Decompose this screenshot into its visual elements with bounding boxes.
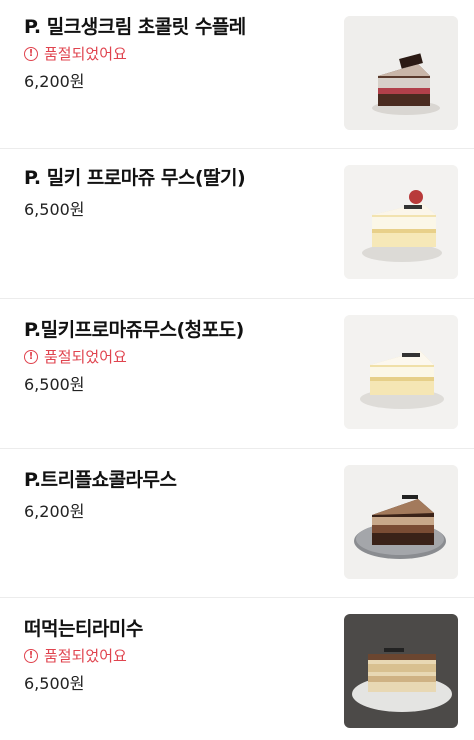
menu-item-name: P. 밀크생크림 초콜릿 수플레 — [24, 16, 246, 38]
sold-out-notice: ! 품절되었어요 — [24, 44, 324, 64]
menu-item[interactable]: 떠먹는티라미수 ! 품절되었어요 6,500원 — [0, 598, 474, 739]
sold-out-label: 품절되었어요 — [44, 647, 127, 665]
sold-out-notice: ! 품절되었어요 — [24, 347, 324, 367]
menu-item[interactable]: P. 밀크생크림 초콜릿 수플레 ! 품절되었어요 6,200원 — [0, 0, 474, 149]
menu-item-price: 6,200원 — [24, 502, 85, 521]
tiramisu-photo — [344, 614, 458, 728]
menu-item-info: P.트리플쇼콜라무스 6,200원 — [24, 467, 324, 522]
alert-icon: ! — [24, 350, 38, 364]
menu-item[interactable]: P.밀키프로마쥬무스(청포도) ! 품절되었어요 6,500원 — [0, 299, 474, 449]
menu-item-info: 떠먹는티라미수 ! 품절되었어요 6,500원 — [24, 616, 324, 694]
menu-item-info: P. 밀키 프로마쥬 무스(딸기) 6,500원 — [24, 165, 324, 220]
menu-item[interactable]: P.트리플쇼콜라무스 6,200원 — [0, 449, 474, 598]
alert-icon: ! — [24, 47, 38, 61]
strawberry-fromage-mousse-photo — [344, 165, 458, 279]
menu-item-price: 6,200원 — [24, 72, 85, 91]
menu-item[interactable]: P. 밀키 프로마쥬 무스(딸기) 6,500원 — [0, 149, 474, 299]
green-grape-fromage-mousse-photo — [344, 315, 458, 429]
menu-item-name: P.트리플쇼콜라무스 — [24, 469, 177, 491]
menu-item-name: P.밀키프로마쥬무스(청포도) — [24, 319, 244, 341]
chocolate-souffle-cake-photo — [344, 16, 458, 130]
sold-out-label: 품절되었어요 — [44, 348, 127, 366]
menu-item-price: 6,500원 — [24, 200, 85, 219]
alert-icon: ! — [24, 649, 38, 663]
menu-item-info: P. 밀크생크림 초콜릿 수플레 ! 품절되었어요 6,200원 — [24, 14, 324, 92]
menu-item-name: P. 밀키 프로마쥬 무스(딸기) — [24, 167, 246, 189]
menu-list: P. 밀크생크림 초콜릿 수플레 ! 품절되었어요 6,200원 P. 밀키 프… — [0, 0, 474, 739]
sold-out-label: 품절되었어요 — [44, 45, 127, 63]
menu-item-price: 6,500원 — [24, 674, 85, 693]
menu-item-name: 떠먹는티라미수 — [24, 618, 143, 640]
menu-item-info: P.밀키프로마쥬무스(청포도) ! 품절되었어요 6,500원 — [24, 317, 324, 395]
menu-item-price: 6,500원 — [24, 375, 85, 394]
triple-chocolat-mousse-photo — [344, 465, 458, 579]
sold-out-notice: ! 품절되었어요 — [24, 646, 324, 666]
